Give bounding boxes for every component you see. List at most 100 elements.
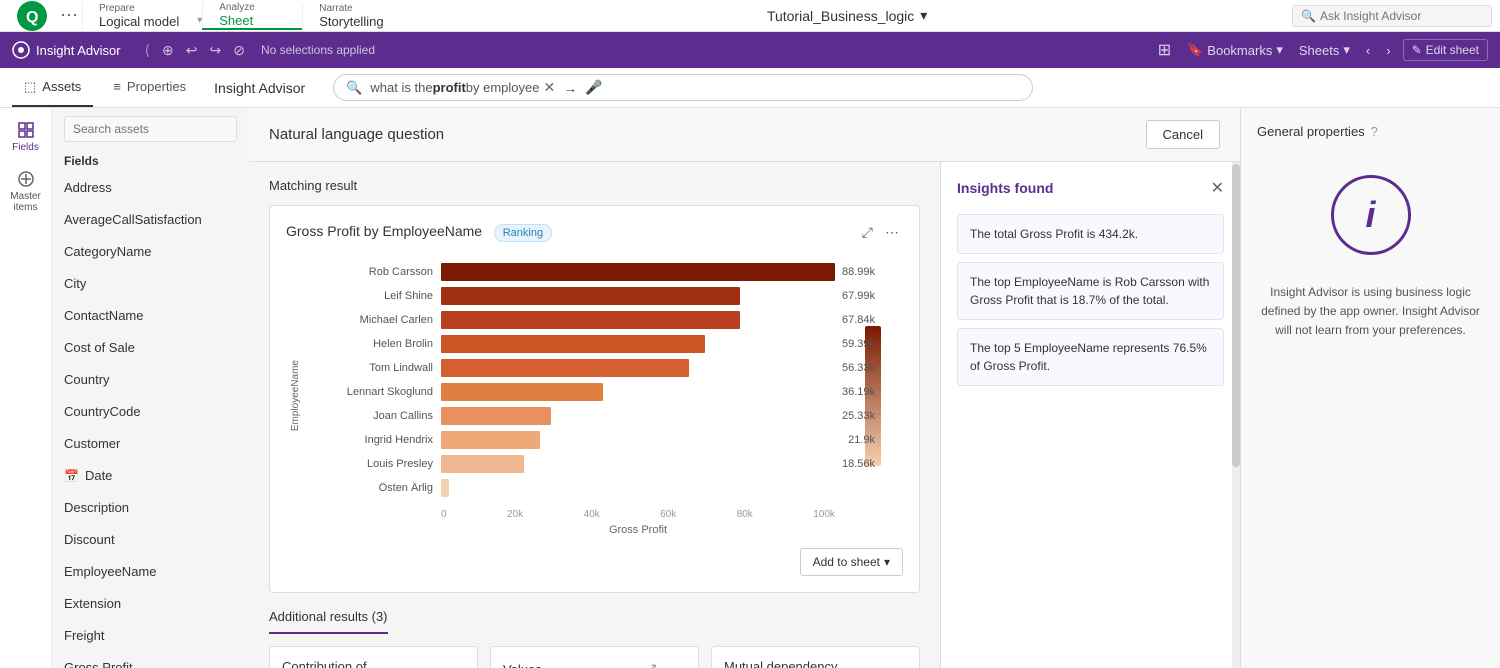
additional-card-0-header: Contribution of Employ... ⤢ ⋯ <box>282 659 465 668</box>
sidebar-fields-btn[interactable]: Fields <box>8 112 43 161</box>
clear-all-btn[interactable]: ⊘ <box>229 38 249 63</box>
bar-label: Tom Lindwall <box>313 362 433 374</box>
sidebar-item-date[interactable]: 📅 Date <box>52 460 249 492</box>
selection-back-btn[interactable]: ⟨ <box>141 38 154 63</box>
date-calendar-icon: 📅 <box>64 469 79 483</box>
narrate-main: Storytelling <box>319 14 386 29</box>
additional-card-1-title: Values <box>503 662 542 668</box>
master-items-label: Master items <box>4 191 47 213</box>
properties-title-text: General properties <box>1257 124 1365 139</box>
app-name-btn[interactable]: Tutorial_Business_logic ▾ <box>767 7 927 24</box>
nav-analyze[interactable]: Analyze Sheet <box>202 2 302 30</box>
sidebar-item-discount[interactable]: Discount <box>52 524 249 556</box>
undo-btn[interactable]: ↩ <box>182 38 202 63</box>
insights-close-btn[interactable]: ✕ <box>1211 178 1224 198</box>
sheets-btn[interactable]: Sheets ▾ <box>1295 38 1354 62</box>
nav-narrate[interactable]: Narrate Storytelling <box>302 3 402 29</box>
chart-expand-btn[interactable]: ⤢ <box>858 222 877 243</box>
insights-title: Insights found <box>957 180 1053 196</box>
cancel-btn[interactable]: Cancel <box>1146 120 1220 149</box>
properties-help-icon[interactable]: ? <box>1371 124 1378 139</box>
ia-search-bar[interactable]: 🔍 what is the profit by employee ✕ → 🎤 <box>333 74 1033 101</box>
sidebar-item-country[interactable]: Country <box>52 364 249 396</box>
bar-fill <box>441 431 540 449</box>
bar-row: Ingrid Hendrix21.9k <box>313 431 835 449</box>
card1-expand-btn[interactable]: ⤢ <box>641 659 660 668</box>
nav-prepare[interactable]: Prepare Logical model ▾ <box>82 3 202 29</box>
bar-label: Helen Brolin <box>313 338 433 350</box>
chart-actions: ⤢ ⋯ <box>858 222 903 243</box>
sidebar-item-freight[interactable]: Freight <box>52 620 249 652</box>
analyze-sub: Analyze <box>219 2 286 13</box>
nav-dots-btn[interactable]: ⋯ <box>56 5 82 26</box>
sidebar-item-city[interactable]: City <box>52 268 249 300</box>
sidebar-item-address[interactable]: Address <box>52 172 249 204</box>
center-insights-row: Matching result Gross Profit by Employee… <box>249 162 1240 668</box>
edit-sheet-btn[interactable]: ✎ Edit sheet <box>1403 39 1488 61</box>
bookmarks-btn[interactable]: 🔖 Bookmarks ▾ <box>1183 38 1287 62</box>
info-circle: i <box>1331 175 1411 255</box>
nlq-title: Natural language question <box>269 126 444 143</box>
search-clear-btn[interactable]: ✕ <box>540 79 560 96</box>
sidebar-item-extension[interactable]: Extension <box>52 588 249 620</box>
tab-properties[interactable]: ≡ Properties <box>101 68 198 107</box>
grid-view-btn[interactable]: ⊞ <box>1154 36 1175 64</box>
insight-advisor-search[interactable]: 🔍 <box>1292 5 1492 27</box>
sidebar-fields-panel: Fields Address AverageCallSatisfaction C… <box>52 108 249 668</box>
nav-next-btn[interactable]: › <box>1382 39 1394 62</box>
chart-more-btn[interactable]: ⋯ <box>881 222 903 243</box>
search-submit-btn[interactable]: → <box>559 80 581 96</box>
sidebar-item-costofsale[interactable]: Cost of Sale <box>52 332 249 364</box>
sidebar-item-contactname[interactable]: ContactName <box>52 300 249 332</box>
bar-value-label: 25.33k <box>842 410 875 422</box>
insight-search-input[interactable] <box>1320 9 1483 23</box>
ia-search-prefix: what is the <box>370 80 432 95</box>
insight-card-1: The top EmployeeName is Rob Carsson with… <box>957 262 1224 320</box>
fields-icon <box>16 120 36 140</box>
properties-icon: ≡ <box>113 79 121 94</box>
card2-expand-btn[interactable]: ⤢ <box>862 664 881 668</box>
right-bar-icons: ⊞ 🔖 Bookmarks ▾ Sheets ▾ ‹ › ✎ Edit shee… <box>1154 36 1488 64</box>
card2-more-btn[interactable]: ⋯ <box>885 664 907 668</box>
bar-fill <box>441 335 705 353</box>
sidebar-item-countrycode[interactable]: CountryCode <box>52 396 249 428</box>
additional-card-2: Mutual dependency bet... ⤢ ⋯ Mutual Info… <box>711 646 920 668</box>
tab-assets[interactable]: ⬚ Assets <box>12 68 93 107</box>
sidebar-item-customer[interactable]: Customer <box>52 428 249 460</box>
redo-btn[interactable]: ↪ <box>205 38 225 63</box>
additional-results-section: Additional results (3) Contribution of E… <box>269 609 920 668</box>
y-axis-label: EmployeeName <box>286 360 305 431</box>
add-to-sheet-btn[interactable]: Add to sheet ▾ <box>800 548 903 576</box>
sidebar-item-employeename[interactable]: EmployeeName <box>52 556 249 588</box>
nav-prev-btn[interactable]: ‹ <box>1362 39 1374 62</box>
dots-icon: ⋯ <box>60 5 78 26</box>
bar-row: Tom Lindwall 56.33k <box>313 359 835 377</box>
properties-description: Insight Advisor is using business logic … <box>1257 283 1484 341</box>
sidebar-search-wrapper <box>52 108 249 150</box>
bar-value-label: 67.84k <box>842 314 875 326</box>
bar-label: Joan Callins <box>313 410 433 422</box>
matching-result-label: Matching result <box>269 178 920 193</box>
sidebar-item-description[interactable]: Description <box>52 492 249 524</box>
search-mic-btn[interactable]: 🎤 <box>581 79 606 96</box>
bar-container: 21.9k <box>441 431 835 449</box>
additional-cards: Contribution of Employ... ⤢ ⋯ Relative i… <box>269 646 920 668</box>
insight-advisor-btn[interactable]: Insight Advisor <box>12 41 121 59</box>
sidebar-item-averagecallsatisfaction[interactable]: AverageCallSatisfaction <box>52 204 249 236</box>
bar-value-label: 67.99k <box>842 290 875 302</box>
smart-search-btn[interactable]: ⊕ <box>158 38 178 63</box>
bar-row: Lennart Skoglund36.19k <box>313 383 835 401</box>
sidebar-item-grossprofit[interactable]: Gross Profit <box>52 652 249 668</box>
sidebar-search-input[interactable] <box>64 116 237 142</box>
bar-container: 56.33k <box>441 359 835 377</box>
sidebar-item-categoryname[interactable]: CategoryName <box>52 236 249 268</box>
bar-row: Rob Carsson88.99k <box>313 263 835 281</box>
sidebar-master-items-btn[interactable]: Master items <box>0 161 51 221</box>
card0-expand-btn[interactable]: ⤢ <box>420 664 439 668</box>
card0-more-btn[interactable]: ⋯ <box>443 664 465 668</box>
info-icon: i <box>1365 194 1375 236</box>
bar-row: Joan Callins25.33k <box>313 407 835 425</box>
app-logo[interactable]: Q <box>8 0 56 32</box>
scroll-indicator <box>1232 162 1240 668</box>
card1-more-btn[interactable]: ⋯ <box>664 659 686 668</box>
